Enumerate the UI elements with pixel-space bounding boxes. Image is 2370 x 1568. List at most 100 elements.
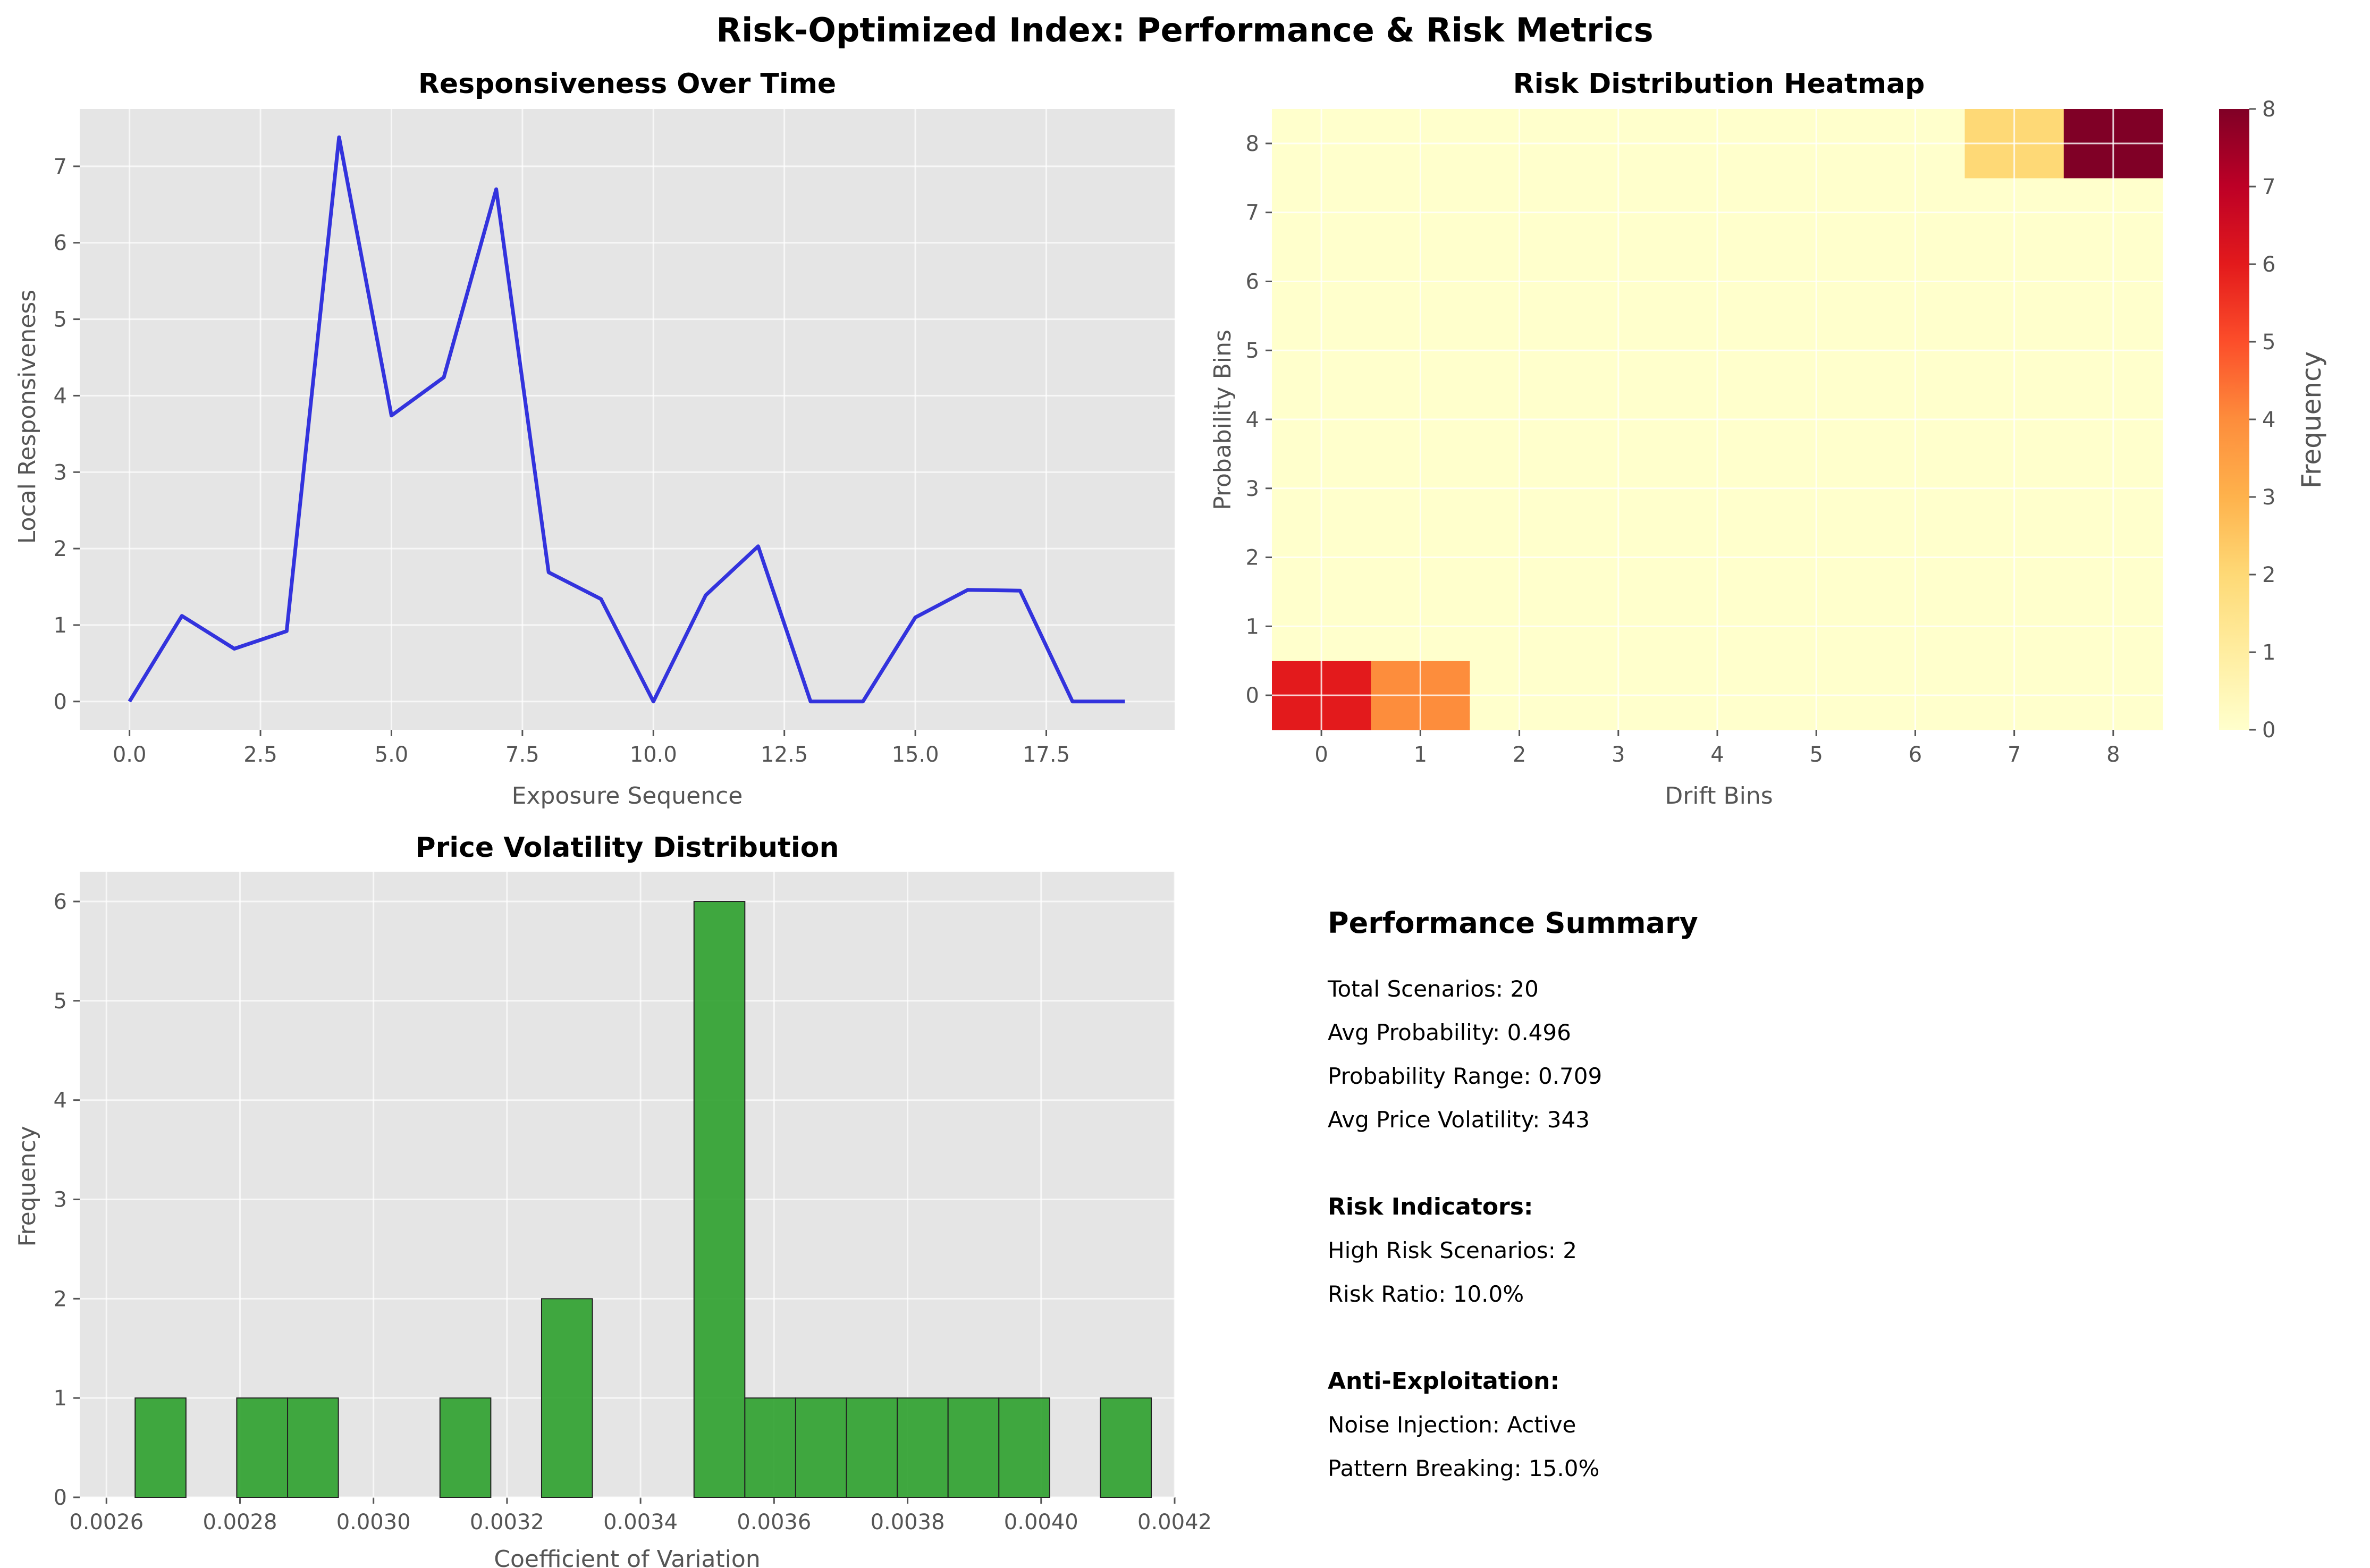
x-tick-label: 2.5	[243, 743, 277, 767]
summary-line: Probability Range: 0.709	[1328, 1063, 1602, 1089]
y-tick-label: 0	[54, 690, 67, 714]
heatmap-title: Risk Distribution Heatmap	[1513, 68, 1925, 100]
colorbar-tick-label: 7	[2262, 175, 2275, 199]
x-tick-label: 7	[2008, 743, 2021, 767]
responsiveness-title: Responsiveness Over Time	[418, 68, 836, 100]
x-tick-label: 6	[1909, 743, 1922, 767]
y-tick-label: 6	[54, 231, 67, 256]
y-tick-label: 1	[54, 1386, 67, 1411]
histogram-bar	[795, 1397, 847, 1498]
volatility-ylabel: Frequency	[14, 1126, 41, 1246]
risk-indicators-heading: Risk Indicators:	[1328, 1193, 1533, 1220]
y-tick-label: 3	[54, 1188, 67, 1212]
summary-title: Performance Summary	[1328, 906, 1698, 940]
y-tick-label: 2	[1246, 546, 1259, 570]
histogram-bar	[541, 1298, 593, 1498]
y-tick-label: 2	[54, 537, 67, 561]
colorbar	[2219, 109, 2249, 730]
x-tick-label: 7.5	[505, 743, 539, 767]
summary-line: Risk Ratio: 10.0%	[1328, 1281, 1524, 1307]
x-tick-label: 2	[1513, 743, 1526, 767]
colorbar-tick-label: 1	[2262, 640, 2275, 665]
y-tick-label: 6	[1246, 269, 1259, 294]
colorbar-tick-label: 5	[2262, 330, 2275, 355]
y-tick-label: 4	[54, 1089, 67, 1113]
anti-exploitation-heading: Anti-Exploitation:	[1328, 1368, 1559, 1395]
histogram-bar	[846, 1397, 898, 1498]
volatility-title: Price Volatility Distribution	[416, 832, 839, 864]
x-tick-label: 4	[1710, 743, 1724, 767]
x-tick-label: 0.0034	[603, 1510, 678, 1535]
figure-title: Risk-Optimized Index: Performance & Risk…	[716, 11, 1653, 49]
y-tick-label: 1	[1246, 614, 1259, 639]
colorbar-tick-label: 2	[2262, 563, 2275, 587]
heatmap-ylabel: Probability Bins	[1209, 330, 1236, 510]
histogram-bar	[998, 1397, 1050, 1498]
x-tick-label: 0.0032	[470, 1510, 544, 1535]
summary-line: Total Scenarios: 20	[1327, 976, 1539, 1002]
heatmap-xlabel: Drift Bins	[1665, 782, 1773, 810]
colorbar-tick-label: 0	[2262, 718, 2275, 743]
y-tick-label: 0	[1246, 684, 1259, 708]
responsiveness-ylabel: Local Responsiveness	[14, 290, 41, 544]
y-tick-label: 0	[54, 1486, 67, 1510]
responsiveness-chart: Responsiveness Over Time 0.0 2.5 5.0 7.5 10.…	[14, 68, 1175, 810]
colorbar-tick-label: 6	[2262, 252, 2275, 277]
y-tick-label: 7	[54, 155, 67, 179]
colorbar-tick-label: 3	[2262, 485, 2275, 510]
responsiveness-xlabel: Exposure Sequence	[512, 782, 743, 810]
x-tick-label: 5	[1809, 743, 1823, 767]
x-tick-label: 15.0	[892, 743, 939, 767]
plot-area	[80, 109, 1175, 730]
histogram-bar	[1100, 1397, 1152, 1498]
summary-line: Avg Probability: 0.496	[1328, 1019, 1571, 1046]
x-tick-label: 5.0	[375, 743, 409, 767]
x-tick-label: 10.0	[630, 743, 677, 767]
y-tick-label: 5	[1246, 339, 1259, 363]
volatility-xlabel: Coefficient of Variation	[494, 1546, 760, 1568]
y-tick-label: 3	[54, 460, 67, 485]
x-tick-label: 0.0028	[203, 1510, 277, 1535]
histogram-bar	[947, 1397, 1000, 1498]
y-tick-label: 5	[54, 989, 67, 1014]
volatility-histogram: Price Volatility Distribution 0.0026 0.00…	[14, 832, 1212, 1568]
histogram-bar	[236, 1397, 289, 1498]
summary-line: High Risk Scenarios: 2	[1328, 1237, 1577, 1263]
x-tick-label: 8	[2106, 743, 2120, 767]
x-tick-label: 17.5	[1023, 743, 1070, 767]
y-tick-label: 7	[1246, 201, 1259, 225]
x-tick-label: 0.0040	[1004, 1510, 1078, 1535]
y-tick-label: 4	[1246, 408, 1259, 432]
x-tick-label: 0.0026	[69, 1510, 144, 1535]
y-tick-label: 5	[54, 308, 67, 332]
figure: Risk-Optimized Index: Performance & Risk…	[14, 11, 2327, 1568]
x-tick-label: 0.0042	[1137, 1510, 1212, 1535]
summary-line: Noise Injection: Active	[1328, 1412, 1576, 1438]
histogram-bar	[744, 1397, 796, 1498]
colorbar-tick-label: 4	[2262, 408, 2275, 432]
summary-line: Pattern Breaking: 15.0%	[1328, 1455, 1599, 1481]
y-tick-label: 6	[54, 890, 67, 914]
risk-heatmap: Risk Distribution Heatmap 0 1 2 3 4 5 6 7 8 0 1 2 3 4…	[1209, 68, 2327, 810]
x-tick-label: 12.5	[761, 743, 808, 767]
histogram-bar	[134, 1397, 187, 1498]
y-tick-label: 3	[1246, 477, 1259, 501]
x-tick-label: 1	[1414, 743, 1427, 767]
y-tick-label: 8	[1246, 132, 1259, 156]
histogram-bar	[439, 1397, 492, 1498]
x-tick-label: 0.0036	[737, 1510, 811, 1535]
y-tick-label: 4	[54, 384, 67, 408]
summary-line: Avg Price Volatility: 343	[1328, 1107, 1590, 1133]
x-tick-label: 0.0038	[871, 1510, 945, 1535]
histogram-bar	[897, 1397, 949, 1498]
colorbar-label: Frequency	[2296, 351, 2327, 488]
histogram-bar	[693, 901, 746, 1498]
x-tick-label: 3	[1612, 743, 1625, 767]
y-tick-label: 2	[54, 1287, 67, 1311]
x-tick-label: 0	[1314, 743, 1328, 767]
histogram-bar	[287, 1397, 339, 1498]
x-tick-label: 0.0	[113, 743, 147, 767]
colorbar-tick-label: 8	[2262, 97, 2275, 122]
performance-summary: Performance Summary Total Scenarios: 20 …	[1327, 906, 1698, 1481]
y-tick-label: 1	[54, 613, 67, 638]
